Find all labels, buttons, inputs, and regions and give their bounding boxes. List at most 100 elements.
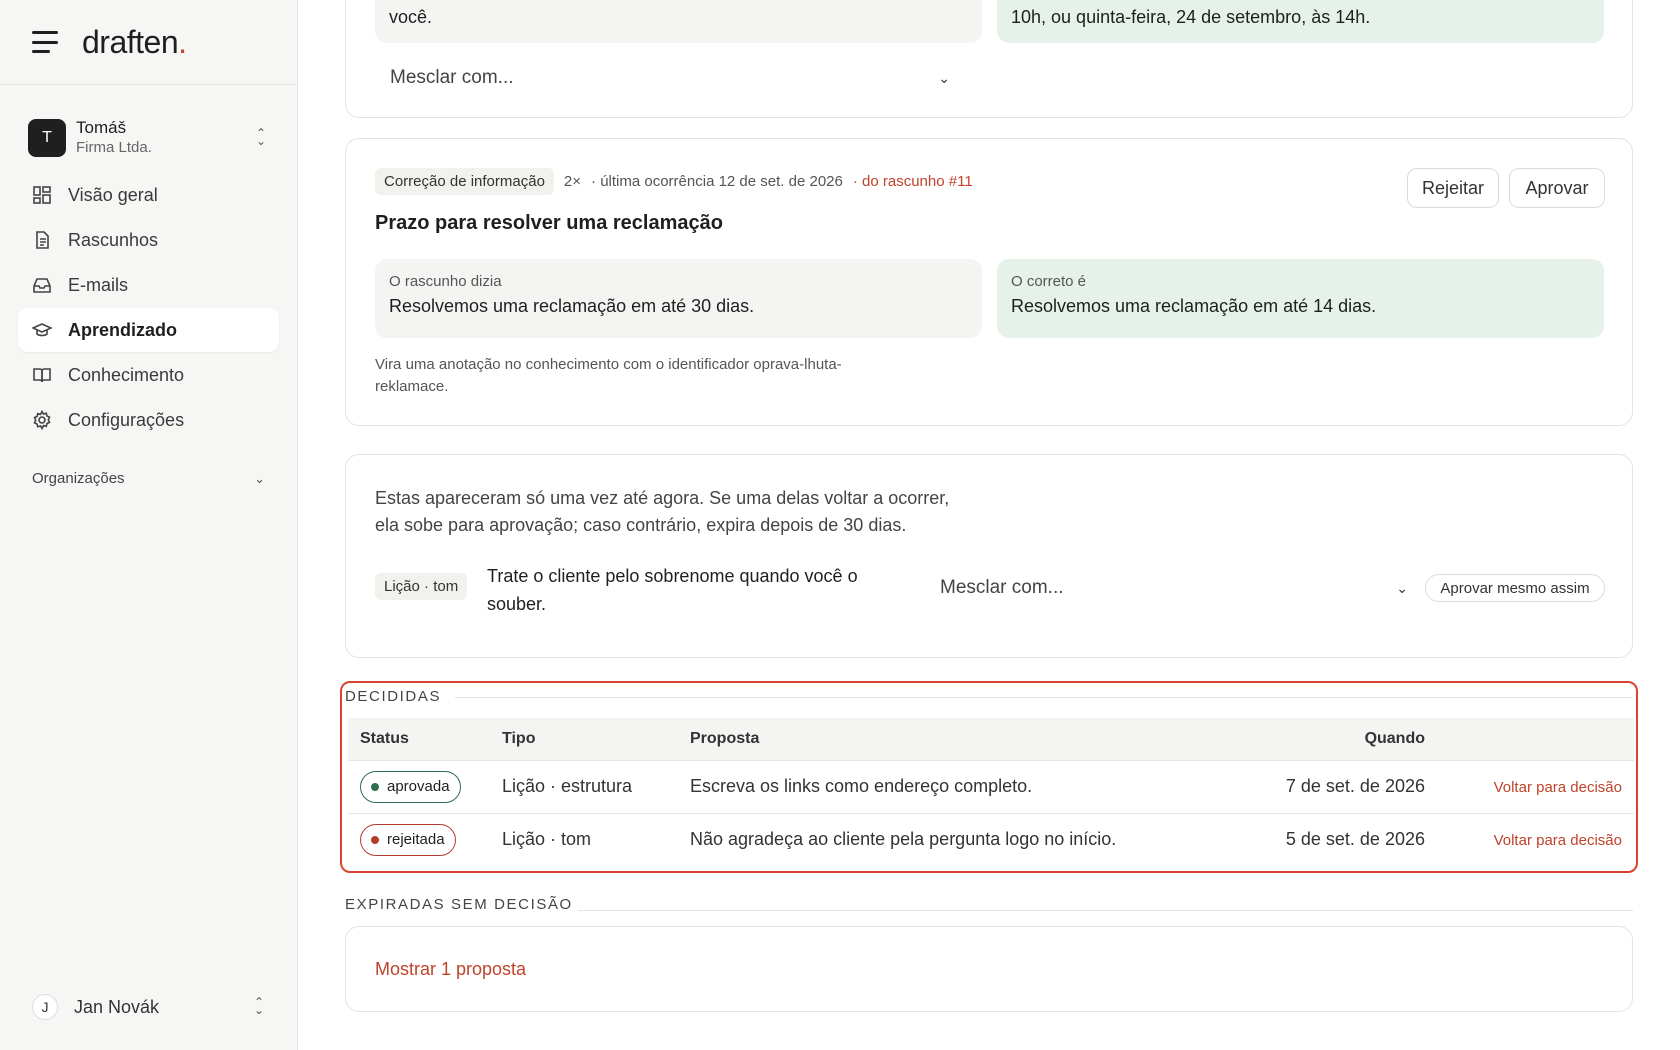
intro-line: Estas apareceram só uma vez até agora. S… <box>375 488 950 508</box>
draft-said-label: O rascunho dizia <box>389 273 502 290</box>
type-tag: Lição · tom <box>375 573 468 600</box>
decided-table: Status Tipo Proposta Quando aprovada Liç… <box>348 718 1634 866</box>
proposal-title: Prazo para resolver uma reclamação <box>375 212 723 234</box>
show-proposals-link[interactable]: Mostrar 1 proposta <box>375 959 526 980</box>
grid-icon <box>32 185 52 205</box>
correct-is-box: O correto é Resolvemos uma reclamação em… <box>997 259 1604 338</box>
sidebar-item-emails[interactable]: E-mails <box>18 263 279 307</box>
user-avatar: J <box>32 994 58 1020</box>
table-header-row: Status Tipo Proposta Quando <box>348 718 1634 760</box>
column-when: Quando <box>1364 729 1425 747</box>
sidebar: draften. T Tomáš Firma Ltda. ⌃ ⌄ Visão ge… <box>0 0 298 1050</box>
chevron-down-icon: ⌄ <box>938 69 950 86</box>
lesson-text-line: souber. <box>487 594 547 614</box>
sidebar-item-label: E-mails <box>68 274 129 295</box>
row-type: Lição · estrutura <box>502 776 633 796</box>
merge-select[interactable]: Mesclar com... ⌄ <box>390 61 950 95</box>
last-occurrence: · última ocorrência 12 de set. de 2026 <box>591 173 843 190</box>
correction-card: Correção de informação 2× · última ocorr… <box>345 138 1633 426</box>
column-type: Tipo <box>502 729 536 747</box>
approve-button[interactable]: Aprovar <box>1509 168 1605 208</box>
lesson-text: Trate o cliente pelo sobrenome quando vo… <box>487 562 858 618</box>
correction-meta: Correção de informação 2× · última ocorr… <box>375 168 973 195</box>
column-action <box>1425 718 1634 760</box>
approve-anyway-button[interactable]: Aprovar mesmo assim <box>1425 574 1605 602</box>
intro-line: ela sobe para aprovação; caso contrário,… <box>375 515 907 535</box>
row-proposal: Escreva os links como endereço completo. <box>690 776 1033 796</box>
user-name: Jan Novák <box>74 996 160 1017</box>
sidebar-item-label: Conhecimento <box>68 364 185 385</box>
lesson-text-line: Trate o cliente pelo sobrenome quando vo… <box>487 566 858 586</box>
status-badge-approved: aprovada <box>360 770 461 803</box>
chevron-updown-icon: ⌃ ⌄ <box>255 126 267 148</box>
draft-text-box: você. <box>375 0 982 43</box>
correct-is-label: O correto é <box>1011 273 1087 290</box>
logo[interactable]: draften. <box>82 24 187 61</box>
knowledge-note-line: reklamace. <box>375 378 449 395</box>
knowledge-note-line: Vira uma anotação no conhecimento com o … <box>375 356 842 373</box>
status-text: aprovada <box>387 778 450 795</box>
account-company: Firma Ltda. <box>76 139 152 156</box>
expired-section-label: EXPIRADAS SEM DECISÃO <box>345 896 573 913</box>
revert-decision-link[interactable]: Voltar para decisão <box>1494 779 1622 796</box>
chevron-down-icon: ⌄ <box>254 470 265 486</box>
once-only-card: Estas apareceram só uma vez até agora. S… <box>345 454 1633 658</box>
sidebar-item-visao-geral[interactable]: Visão geral <box>18 173 279 217</box>
organizations-toggle[interactable]: Organizações ⌄ <box>0 470 297 487</box>
chevron-down-icon: ⌄ <box>1396 579 1408 596</box>
chevron-updown-icon: ⌃ ⌄ <box>253 995 265 1017</box>
inbox-icon <box>32 275 52 295</box>
sidebar-item-conhecimento[interactable]: Conhecimento <box>18 353 279 397</box>
organizations-label: Organizações <box>32 470 125 487</box>
graduation-cap-icon <box>32 320 52 340</box>
knowledge-note: Vira uma anotação no conhecimento com o … <box>375 354 842 398</box>
sidebar-nav: Visão geral Rascunhos E-mails Aprendizad… <box>0 173 297 442</box>
divider <box>455 697 1633 698</box>
sidebar-item-rascunhos[interactable]: Rascunhos <box>18 218 279 262</box>
gear-icon <box>32 410 52 430</box>
book-icon <box>32 365 52 385</box>
merge-select-value: Mesclar com... <box>390 67 514 88</box>
row-proposal: Não agradeça ao cliente pela pergunta lo… <box>690 829 1117 850</box>
status-text: rejeitada <box>387 831 445 849</box>
sidebar-item-label: Rascunhos <box>68 229 159 250</box>
account-name: Tomáš <box>76 118 127 137</box>
draft-link[interactable]: · do rascunho #11 <box>853 173 973 190</box>
decided-section-label: DECIDIDAS <box>345 688 442 705</box>
divider <box>578 910 1633 911</box>
row-when: 7 de set. de 2026 <box>1285 776 1425 796</box>
account-switcher[interactable]: T Tomáš Firma Ltda. ⌃ ⌄ <box>0 117 297 159</box>
reject-button[interactable]: Rejeitar <box>1407 168 1499 208</box>
correct-text-box: 10h, ou quinta-feira, 24 de setembro, às… <box>997 0 1604 43</box>
expired-card: Mostrar 1 proposta <box>345 926 1633 1012</box>
menu-icon[interactable] <box>32 31 60 53</box>
sidebar-item-aprendizado[interactable]: Aprendizado <box>18 308 279 352</box>
brand-bar: draften. <box>0 0 297 85</box>
type-tag: Correção de informação <box>375 168 554 195</box>
proposal-card-top: você. 10h, ou quinta-feira, 24 de setemb… <box>345 0 1633 118</box>
draft-said-box: O rascunho dizia Resolvemos uma reclamaç… <box>375 259 982 338</box>
correct-is-text: Resolvemos uma reclamação em até 14 dias… <box>1011 296 1377 316</box>
row-type: Lição · tom <box>502 829 592 850</box>
status-badge-rejected: rejeitada <box>360 823 456 856</box>
correct-text: 10h, ou quinta-feira, 24 de setembro, às… <box>1011 7 1371 27</box>
row-when: 5 de set. de 2026 <box>1285 829 1425 850</box>
revert-decision-link[interactable]: Voltar para decisão <box>1494 832 1622 849</box>
table-row: aprovada Lição · estrutura Escreva os li… <box>348 760 1634 813</box>
merge-select[interactable]: Mesclar com... ⌄ <box>940 571 1408 605</box>
draft-said-text: Resolvemos uma reclamação em até 30 dias… <box>389 296 755 316</box>
occurrence-count: 2× <box>563 173 582 190</box>
sidebar-item-label: Visão geral <box>68 184 158 205</box>
merge-select-value: Mesclar com... <box>940 577 1064 598</box>
column-status: Status <box>360 729 409 747</box>
once-only-intro: Estas apareceram só uma vez até agora. S… <box>375 485 949 539</box>
column-proposal: Proposta <box>690 729 760 747</box>
draft-text: você. <box>389 7 433 27</box>
account-avatar: T <box>28 119 66 157</box>
sidebar-item-label: Aprendizado <box>68 319 178 340</box>
sidebar-item-configuracoes[interactable]: Configurações <box>18 398 279 442</box>
document-icon <box>32 230 52 250</box>
table-row: rejeitada Lição · tom Não agradeça ao cl… <box>348 813 1634 866</box>
user-switcher[interactable]: J Jan Novák ⌃ ⌄ <box>32 994 267 1020</box>
sidebar-item-label: Configurações <box>68 409 185 430</box>
